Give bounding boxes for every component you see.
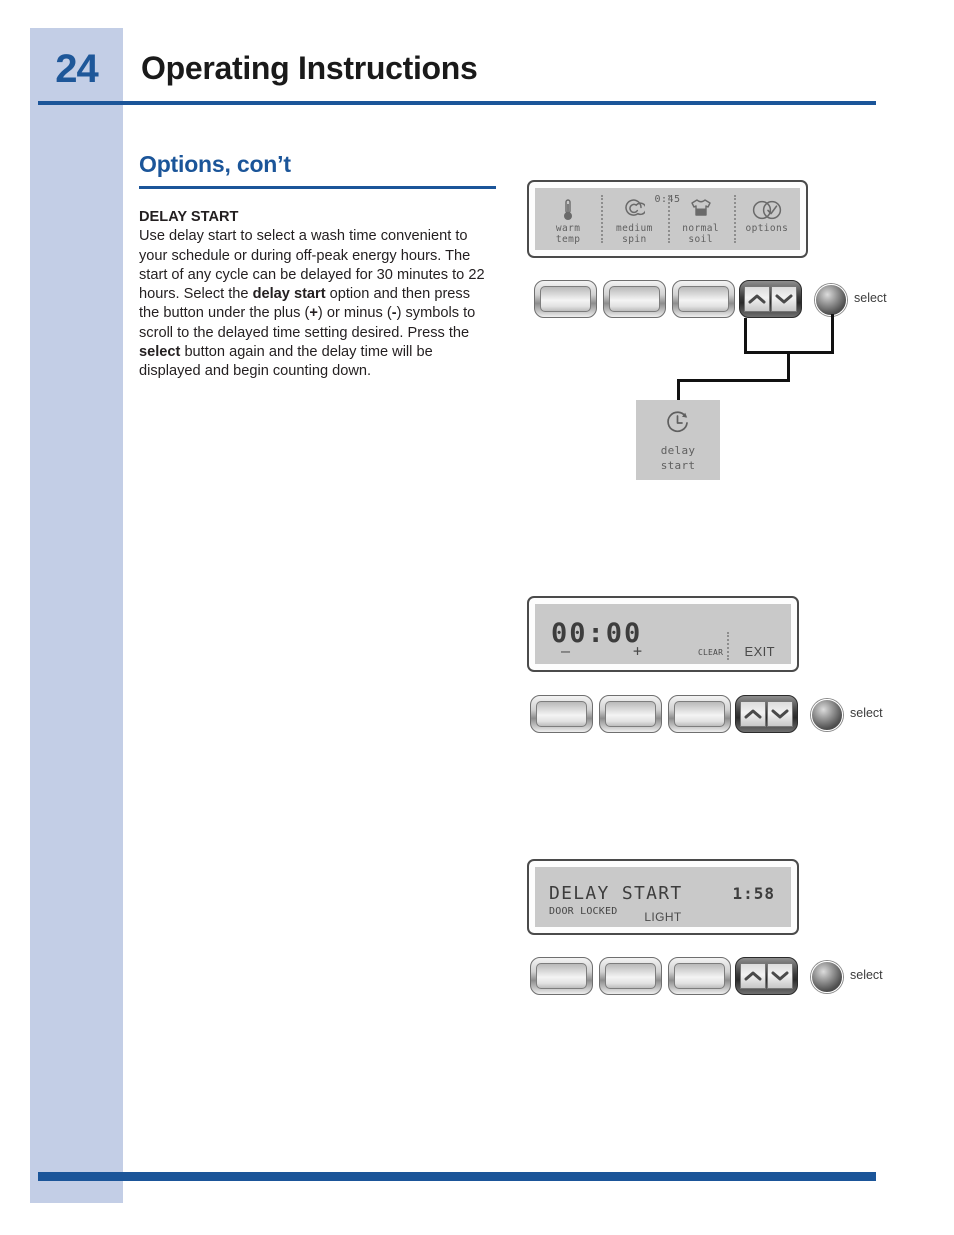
softkey-exit: EXIT bbox=[744, 644, 775, 659]
body-bold-select: select bbox=[139, 344, 181, 361]
soft-button-3-face bbox=[678, 286, 729, 312]
soft-button-2-face bbox=[605, 701, 656, 727]
leader-line-horizontal-mid bbox=[677, 379, 790, 382]
leader-line-vertical-down bbox=[677, 379, 680, 401]
page-number: 24 bbox=[55, 47, 99, 91]
select-knob[interactable] bbox=[811, 961, 843, 993]
status-label-line2: spin bbox=[622, 234, 647, 245]
light-softkey-label: LIGHT bbox=[644, 910, 682, 924]
section-heading: Options, con’t bbox=[139, 151, 291, 177]
delay-running-lcd-screen: DELAY START 1:58 DOOR LOCKED LIGHT bbox=[535, 867, 791, 927]
soft-button-1[interactable] bbox=[534, 280, 597, 318]
body-text-part-3: ) or minus ( bbox=[317, 305, 392, 322]
soft-button-3-face bbox=[674, 963, 725, 989]
status-cell-options: options bbox=[733, 188, 800, 250]
soft-button-3[interactable] bbox=[672, 280, 735, 318]
chevron-down-icon[interactable] bbox=[771, 286, 797, 312]
soft-button-1-face bbox=[536, 963, 587, 989]
delay-countdown-time: 1:58 bbox=[732, 884, 775, 903]
status-lcd-screen: 0:45 warm temp medium spin normal soil o… bbox=[535, 188, 800, 250]
tshirt-soil-icon bbox=[688, 197, 714, 223]
status-label-line2: soil bbox=[688, 234, 713, 245]
soft-button-1[interactable] bbox=[530, 957, 593, 995]
select-knob-label: select bbox=[850, 706, 883, 720]
status-cell-group: warm temp medium spin normal soil option… bbox=[535, 188, 800, 250]
chevron-up-icon[interactable] bbox=[740, 701, 766, 727]
chevron-up-icon[interactable] bbox=[744, 286, 770, 312]
delay-running-lcd-panel: DELAY START 1:58 DOOR LOCKED LIGHT bbox=[527, 859, 799, 935]
thermometer-icon bbox=[561, 197, 575, 223]
soft-button-2[interactable] bbox=[599, 957, 662, 995]
soft-button-2[interactable] bbox=[603, 280, 666, 318]
softkey-minus: – bbox=[561, 642, 571, 660]
door-locked-status: DOOR LOCKED bbox=[549, 906, 618, 917]
status-lcd-panel: 0:45 warm temp medium spin normal soil o… bbox=[527, 180, 808, 258]
chevron-down-icon[interactable] bbox=[767, 963, 793, 989]
soft-button-1[interactable] bbox=[530, 695, 593, 733]
section-heading-rule bbox=[139, 186, 496, 189]
status-label-line1: medium bbox=[616, 223, 653, 234]
soft-button-2-face bbox=[605, 963, 656, 989]
delay-start-body: DELAY START Use delay start to select a … bbox=[139, 208, 491, 382]
soft-button-1-face bbox=[536, 701, 587, 727]
soft-button-2-face bbox=[609, 286, 660, 312]
select-knob[interactable] bbox=[815, 284, 847, 316]
soft-button-3[interactable] bbox=[668, 957, 731, 995]
status-label-line1: options bbox=[745, 223, 789, 234]
status-label-line2: temp bbox=[555, 234, 581, 245]
header-rule bbox=[38, 101, 876, 105]
arrow-button-pair[interactable] bbox=[735, 957, 798, 995]
clock-entry-lcd-screen: 00:00 – + CLEAR EXIT bbox=[535, 604, 791, 664]
status-cell-medium-spin: medium spin bbox=[601, 188, 667, 250]
status-cell-normal-soil: normal soil bbox=[667, 188, 734, 250]
callout-label-line1: delay bbox=[660, 444, 696, 457]
select-knob-label: select bbox=[854, 291, 887, 305]
status-cell-warm-temp: warm temp bbox=[535, 188, 601, 250]
spiral-spin-icon bbox=[623, 197, 646, 223]
leader-line-vertical-left bbox=[744, 318, 747, 354]
delay-start-title: DELAY START bbox=[549, 883, 683, 904]
select-knob-label: select bbox=[850, 968, 883, 982]
arrow-button-pair[interactable] bbox=[735, 695, 798, 733]
chevron-down-icon[interactable] bbox=[767, 701, 793, 727]
chevron-up-icon[interactable] bbox=[740, 963, 766, 989]
clock-delay-icon bbox=[663, 408, 693, 443]
softkey-plus: + bbox=[633, 642, 643, 660]
body-bold-plus: + bbox=[309, 305, 318, 322]
soft-button-2[interactable] bbox=[599, 695, 662, 733]
body-bold-delay-start: delay start bbox=[252, 286, 326, 303]
delay-start-callout: delay start bbox=[636, 400, 720, 480]
clock-entry-lcd-panel: 00:00 – + CLEAR EXIT bbox=[527, 596, 799, 672]
status-label-line1: normal bbox=[682, 223, 719, 234]
page-title: Operating Instructions bbox=[141, 50, 478, 86]
leader-line-vertical-mid bbox=[787, 351, 790, 381]
softkey-row: – + CLEAR EXIT bbox=[535, 642, 791, 660]
arrow-button-pair[interactable] bbox=[739, 280, 802, 318]
select-knob[interactable] bbox=[811, 699, 843, 731]
page-side-band bbox=[30, 28, 123, 1203]
leader-line-vertical-right bbox=[831, 314, 834, 354]
options-circles-icon bbox=[751, 197, 783, 223]
soft-button-3-face bbox=[674, 701, 725, 727]
delay-start-subheading: DELAY START bbox=[139, 209, 239, 225]
status-label-line1: warm bbox=[555, 223, 581, 234]
callout-label-line2: start bbox=[660, 458, 696, 472]
soft-button-1-face bbox=[540, 286, 591, 312]
body-text-part-5: button again and the delay time will be … bbox=[139, 344, 433, 380]
softkey-clear: CLEAR bbox=[698, 648, 724, 657]
soft-button-3[interactable] bbox=[668, 695, 731, 733]
footer-rule bbox=[38, 1172, 876, 1181]
